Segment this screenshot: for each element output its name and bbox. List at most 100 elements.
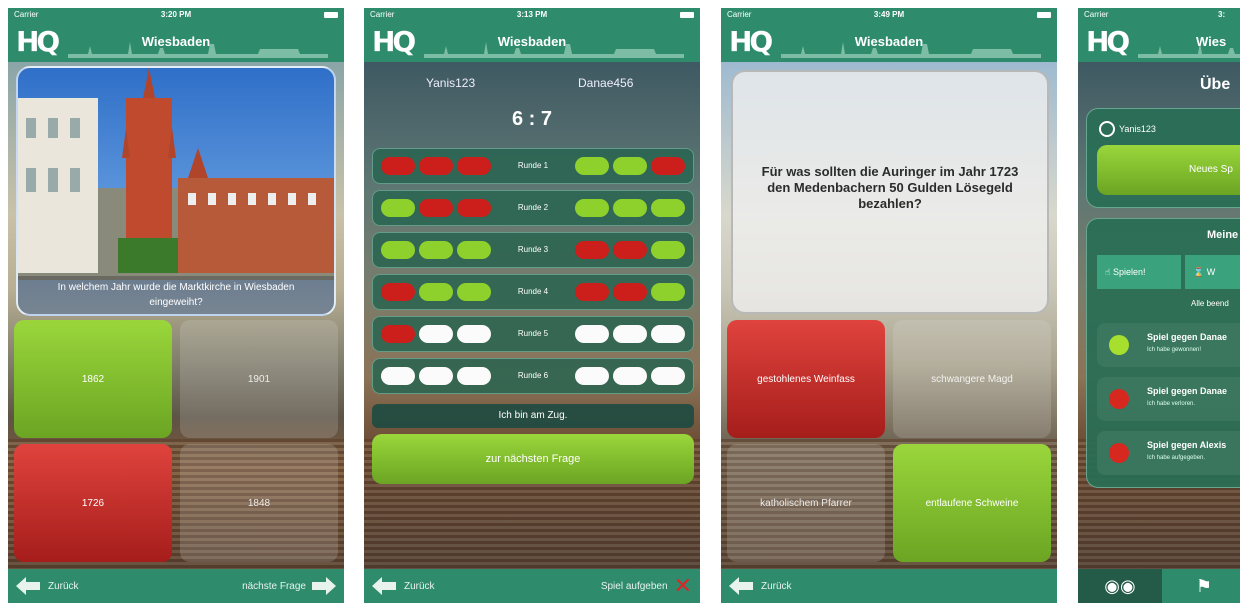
give-up-label: Spiel aufgeben — [600, 580, 668, 592]
tab-map[interactable]: ⚑ — [1162, 569, 1240, 603]
city-title: Wies — [1196, 34, 1227, 49]
score: 6 : 7 — [511, 108, 553, 130]
result-pill — [613, 199, 647, 217]
game-status: Ich habe gewonnen! — [1147, 347, 1202, 353]
result-pill — [613, 241, 647, 259]
round-row: Runde 4 — [372, 274, 694, 310]
filter-label: Alle beend — [1191, 299, 1229, 308]
game-title: Spiel gegen Alexis — [1147, 440, 1227, 450]
back-button[interactable]: Zurück — [372, 577, 435, 595]
tab-waiting[interactable]: ⌛ W — [1185, 255, 1240, 289]
tab-games[interactable]: ◉◉ — [1078, 569, 1162, 603]
turn-status: Ich bin am Zug. — [372, 404, 694, 428]
answer-button-2[interactable]: schwangere Magd — [893, 320, 1051, 438]
binoculars-icon: ◉◉ — [1104, 575, 1136, 596]
arrow-left-icon — [16, 577, 40, 595]
arrow-left-icon — [729, 577, 753, 595]
tab-waiting-label: W — [1206, 267, 1216, 277]
close-icon: ✕ — [673, 573, 692, 598]
screenshot-collage: Carrier 3:20 PM HQ Wiesbaden In welchem … — [0, 0, 1240, 603]
result-pill — [651, 283, 685, 301]
result-pill — [613, 325, 647, 343]
back-button[interactable]: Zurück — [729, 577, 792, 595]
user-icon — [1099, 121, 1115, 137]
question-card: Für was sollten die Auringer im Jahr 172… — [731, 70, 1049, 314]
carrier-label: Carrier — [1084, 10, 1109, 19]
next-question-button[interactable]: nächste Frage — [242, 577, 336, 595]
arrow-left-icon — [372, 577, 396, 595]
answer-button-1[interactable]: gestohlenes Weinfass — [727, 320, 885, 438]
battery-icon — [324, 12, 338, 18]
username: Yanis123 — [1119, 124, 1156, 134]
quiz-screen-1: Carrier 3:20 PM HQ Wiesbaden In welchem … — [8, 8, 344, 603]
app-header: HQ Wiesbaden — [721, 22, 1057, 62]
hand-icon: ☝ — [1105, 267, 1113, 277]
question-text: Für was sollten die Auringer im Jahr 172… — [761, 164, 1019, 211]
bottom-tab-bar: ◉◉ ⚑ — [1078, 569, 1240, 603]
result-pill — [575, 367, 609, 385]
arrow-right-icon — [312, 577, 336, 595]
game-status: Ich habe verloren. — [1147, 401, 1196, 407]
user-panel: Yanis123 Neues Sp — [1086, 108, 1240, 208]
game-title: Spiel gegen Danae — [1147, 332, 1228, 342]
round-row: Runde 2 — [372, 190, 694, 226]
player-2-name: Danae456 — [578, 76, 634, 90]
answer-button-2[interactable]: 1901 — [180, 320, 338, 438]
round-row: Runde 5 — [372, 316, 694, 352]
give-up-button[interactable]: Spiel aufgeben ✕ — [600, 573, 692, 598]
result-pill — [651, 325, 685, 343]
game-row[interactable]: Spiel gegen Danae Ich habe gewonnen! — [1097, 323, 1240, 367]
player-2-results — [575, 283, 685, 301]
game-row[interactable]: Spiel gegen Danae Ich habe verloren. — [1097, 377, 1240, 421]
city-title: Wiesbaden — [854, 34, 924, 49]
game-row[interactable]: Spiel gegen Alexis Ich habe aufgegeben. — [1097, 431, 1240, 475]
status-bar: Carrier 3: — [1078, 8, 1240, 22]
status-bar: Carrier 3:49 PM — [721, 8, 1057, 22]
answer-button-3[interactable]: katholischem Pfarrer — [727, 444, 885, 562]
my-games-panel: Meine ☝ Spielen! ⌛ W Alle beend Spiel ge… — [1086, 218, 1240, 488]
question-photo-card: In welchem Jahr wurde die Marktkirche in… — [16, 66, 336, 316]
player-2-results — [575, 241, 685, 259]
tab-play[interactable]: ☝ Spielen! — [1097, 255, 1181, 289]
result-pill — [575, 325, 609, 343]
answer-button-1[interactable]: 1862 — [14, 320, 172, 438]
result-pill — [575, 283, 609, 301]
back-label: Zurück — [761, 580, 792, 592]
rounds-screen: Carrier 3:13 PM HQ Wiesbaden Yanis123 Da… — [364, 8, 700, 603]
result-pill — [575, 199, 609, 217]
bottom-bar: Zurück Spiel aufgeben ✕ — [364, 569, 700, 603]
result-pill — [613, 367, 647, 385]
result-pill — [613, 283, 647, 301]
overview-screen: Carrier 3: HQ Wies Übe Yanis123 Neues Sp… — [1078, 8, 1240, 603]
new-game-button[interactable]: Neues Sp — [1097, 145, 1240, 195]
status-time: 3:13 PM — [516, 10, 548, 19]
answer-button-4[interactable]: 1848 — [180, 444, 338, 562]
result-pill — [651, 241, 685, 259]
next-question-button[interactable]: zur nächsten Frage — [372, 434, 694, 484]
sad-face-icon — [1109, 443, 1129, 463]
next-label: nächste Frage — [242, 580, 306, 592]
bottom-bar: Zurück — [721, 569, 1057, 603]
status-time: 3:49 PM — [873, 10, 905, 19]
quiz-screen-2: Carrier 3:49 PM HQ Wiesbaden Für was sol… — [721, 8, 1057, 603]
game-status: Ich habe aufgegeben. — [1147, 455, 1206, 461]
app-header: HQ Wiesbaden — [364, 22, 700, 62]
result-pill — [575, 241, 609, 259]
result-pill — [651, 199, 685, 217]
back-label: Zurück — [404, 580, 435, 592]
hourglass-icon: ⌛ — [1193, 267, 1207, 277]
back-label: Zurück — [48, 580, 79, 592]
app-header: HQ Wies — [1078, 22, 1240, 62]
round-row: Runde 6 — [372, 358, 694, 394]
player-2-results — [575, 157, 685, 175]
answer-button-3[interactable]: 1726 — [14, 444, 172, 562]
app-header: HQ Wiesbaden — [8, 22, 344, 62]
result-pill — [651, 367, 685, 385]
question-text: In welchem Jahr wurde die Marktkirche in… — [18, 276, 334, 314]
status-time: 3:20 PM — [160, 10, 192, 19]
back-button[interactable]: Zurück — [16, 577, 79, 595]
user-row: Yanis123 — [1099, 121, 1156, 137]
page-title: Übe — [1200, 76, 1231, 93]
answer-button-4[interactable]: entlaufene Schweine — [893, 444, 1051, 562]
city-title: Wiesbaden — [497, 34, 567, 49]
